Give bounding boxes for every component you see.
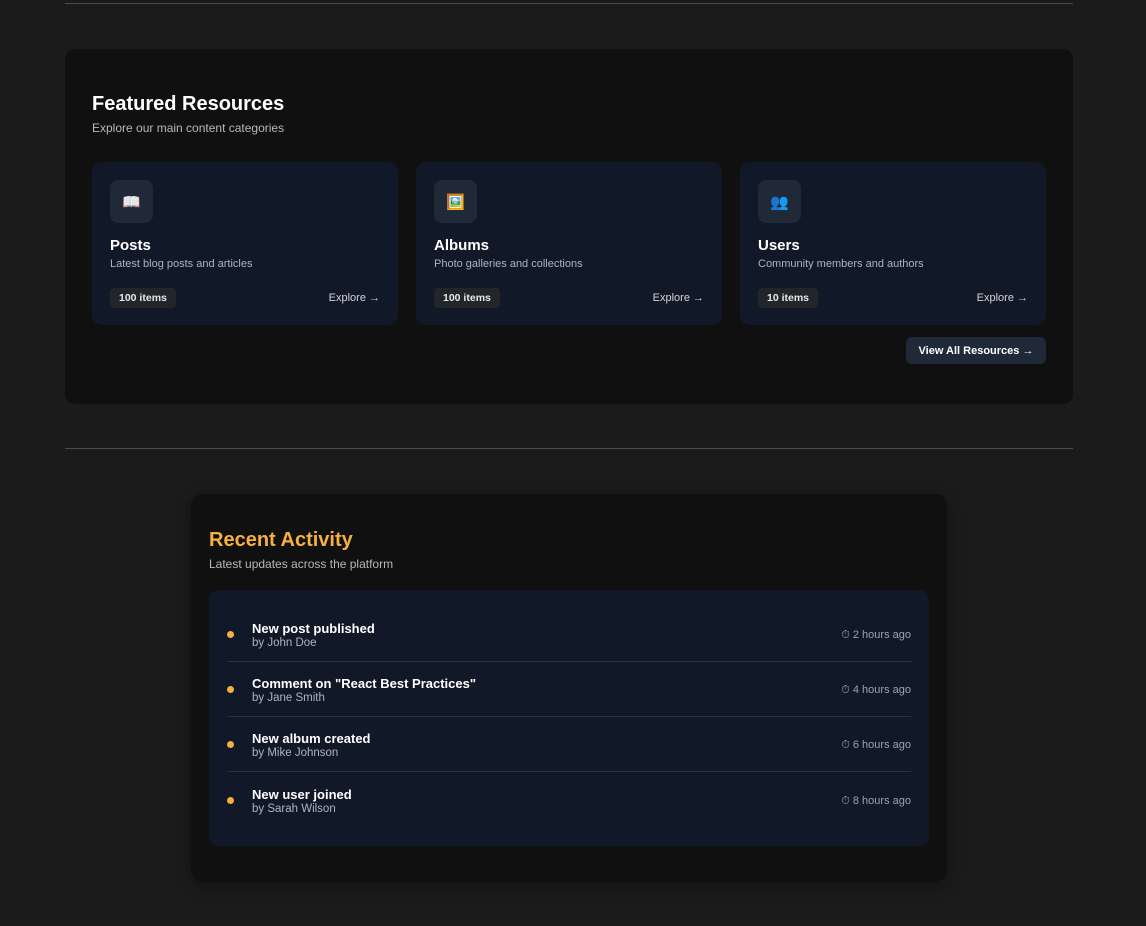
explore-users-link[interactable]: Explore →: [977, 292, 1028, 304]
activity-item-time: ⏱ 2 hours ago: [841, 629, 911, 641]
explore-albums-link[interactable]: Explore →: [653, 292, 704, 304]
recent-activity-section: Recent Activity Latest updates across th…: [191, 494, 947, 882]
card-description: Community members and authors: [758, 258, 924, 270]
card-title: Posts: [110, 237, 151, 254]
status-dot: [227, 631, 234, 638]
activity-subtitle: Latest updates across the platform: [209, 557, 394, 571]
status-dot: [227, 686, 234, 693]
card-title: Albums: [434, 237, 490, 254]
top-divider: [65, 3, 1073, 4]
view-all-resources-button[interactable]: View All Resources →: [906, 337, 1046, 364]
explore-posts-link[interactable]: Explore →: [329, 292, 380, 304]
featured-resources-section: Featured Resources Explore our main cont…: [65, 49, 1073, 404]
item-count-badge: 10 items: [758, 288, 819, 308]
status-dot: [227, 741, 234, 748]
activity-item-title: Comment on "React Best Practices": [252, 676, 477, 691]
activity-item-title: New post published: [252, 621, 375, 636]
activity-item: New album created by Mike Johnson ⏱ 6 ho…: [227, 717, 911, 772]
card-description: Latest blog posts and articles: [110, 258, 253, 270]
activity-item-author: by Mike Johnson: [252, 747, 339, 759]
activity-item-time: ⏱ 6 hours ago: [841, 739, 911, 751]
item-count-badge: 100 items: [110, 288, 176, 308]
activity-item-title: New user joined: [252, 787, 352, 802]
item-count-badge: 100 items: [434, 288, 500, 308]
activity-item-author: by Jane Smith: [252, 692, 325, 704]
card-title: Users: [758, 237, 800, 254]
activity-item-author: by Sarah Wilson: [252, 803, 336, 815]
activity-item-time: ⏱ 8 hours ago: [841, 795, 911, 807]
book-icon: 📖: [110, 180, 153, 223]
activity-title: Recent Activity: [209, 529, 353, 551]
resource-card-albums[interactable]: 🖼️ Albums Photo galleries and collection…: [416, 162, 722, 325]
activity-item: New user joined by Sarah Wilson ⏱ 8 hour…: [227, 773, 911, 828]
status-dot: [227, 797, 234, 804]
card-description: Photo galleries and collections: [434, 258, 583, 270]
resource-card-users[interactable]: 👥 Users Community members and authors 10…: [740, 162, 1046, 325]
activity-item-time: ⏱ 4 hours ago: [841, 684, 911, 696]
activity-item-author: by John Doe: [252, 637, 317, 649]
resource-card-posts[interactable]: 📖 Posts Latest blog posts and articles 1…: [92, 162, 398, 325]
activity-item-title: New album created: [252, 731, 371, 746]
activity-list: New post published by John Doe ⏱ 2 hours…: [209, 590, 929, 846]
activity-item: New post published by John Doe ⏱ 2 hours…: [227, 607, 911, 662]
activity-item: Comment on "React Best Practices" by Jan…: [227, 662, 911, 717]
users-icon: 👥: [758, 180, 801, 223]
featured-title: Featured Resources: [92, 93, 285, 115]
section-divider: [65, 448, 1073, 449]
featured-subtitle: Explore our main content categories: [92, 121, 285, 135]
picture-icon: 🖼️: [434, 180, 477, 223]
